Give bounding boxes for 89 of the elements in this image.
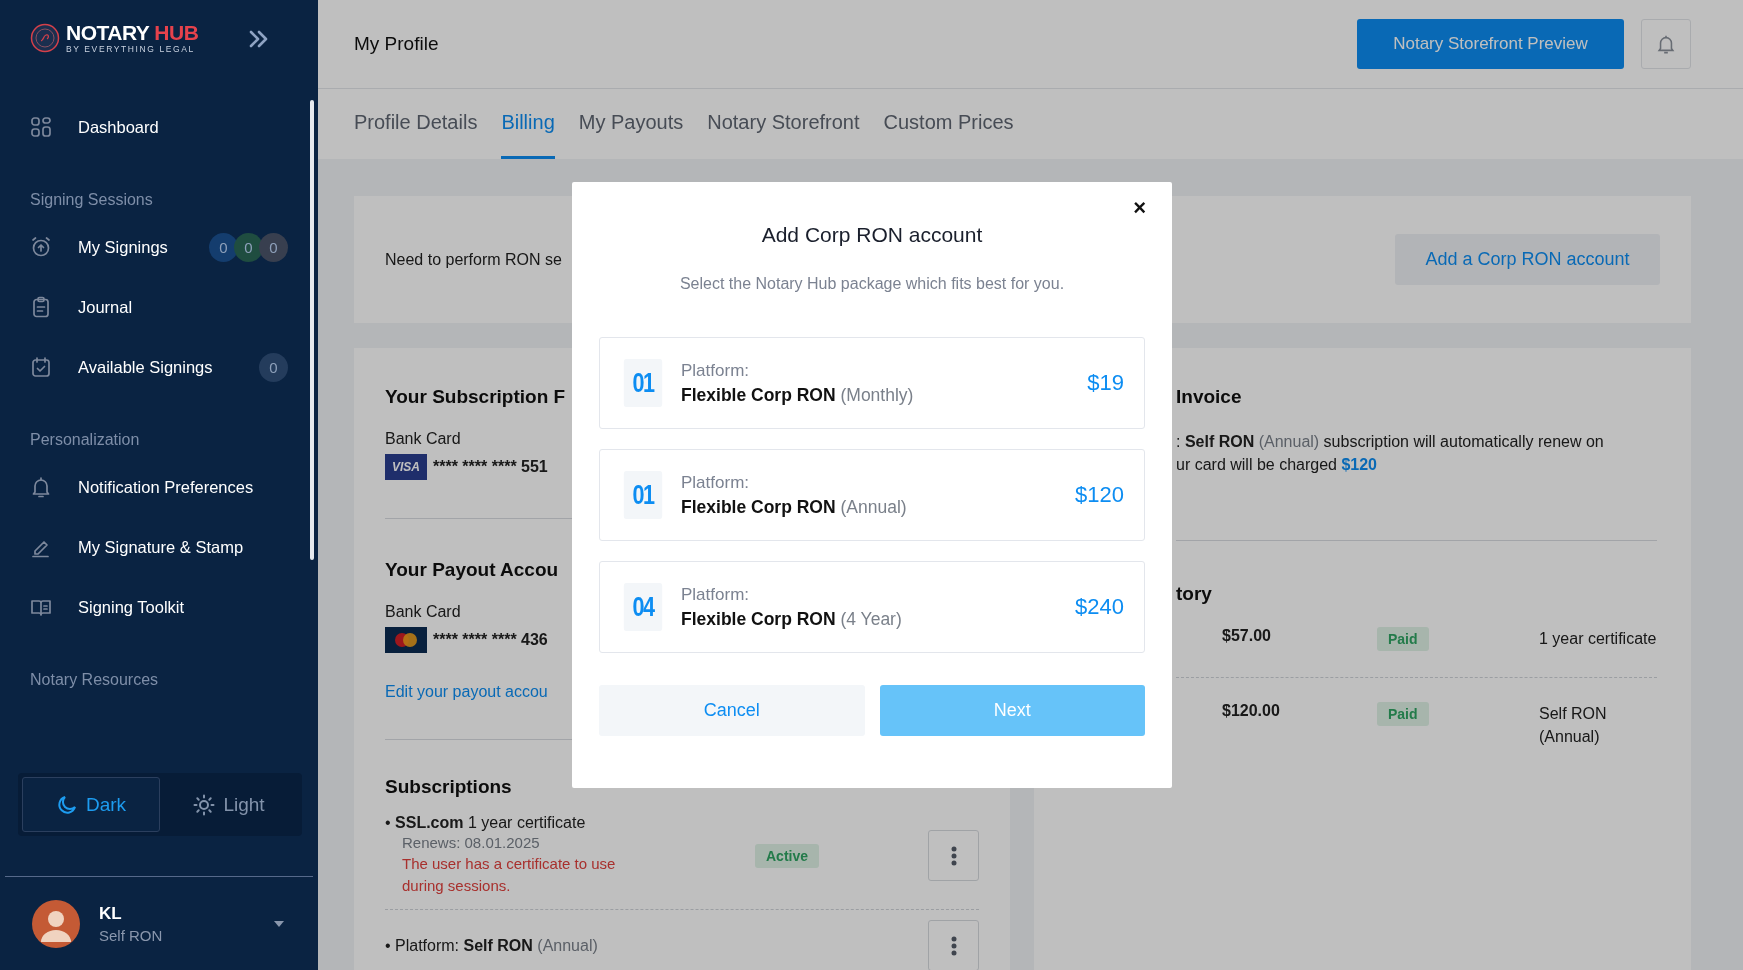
- payment-description: Self RON (Annual): [1539, 704, 1608, 747]
- clipboard-icon: [30, 296, 52, 318]
- cancel-button[interactable]: Cancel: [599, 685, 865, 736]
- package-number: 01: [623, 359, 663, 407]
- grid-icon: [30, 116, 52, 138]
- payment-description: 1 year certificate: [1539, 629, 1657, 649]
- invoice-text: : Self RON (Annual) subscription will automatically renew on ur card will be charged $120: [1176, 432, 1605, 475]
- certificate-warning: The user has a certificate to use during sessions.: [401, 854, 617, 896]
- edit-payout-link[interactable]: Edit your payout accou: [385, 683, 548, 701]
- nav-item[interactable]: Dashboard: [0, 97, 318, 157]
- package-name: Flexible Corp RON (Annual): [681, 496, 908, 518]
- section-heading: Subscriptions: [385, 776, 512, 798]
- card-label: Bank Card: [385, 603, 461, 621]
- nav-item[interactable]: Available Signings 0: [0, 337, 318, 397]
- package-number: 04: [623, 583, 663, 631]
- modal-subtitle: Select the Notary Hub package which fits best for you.: [678, 275, 1066, 293]
- page-title: My Profile: [354, 33, 439, 55]
- tab[interactable]: Billing: [501, 89, 555, 159]
- payment-amount: $120.00: [1222, 702, 1281, 720]
- user-role: Self RON: [99, 926, 164, 944]
- calendar-check-icon: [30, 356, 52, 378]
- status-badge: Paid: [1377, 627, 1429, 651]
- package-number: 01: [623, 471, 663, 519]
- notifications-button[interactable]: [1641, 19, 1691, 69]
- scrollbar[interactable]: [310, 100, 314, 560]
- package-option[interactable]: 04 Platform: Flexible Corp RON (4 Year) $240: [599, 561, 1145, 653]
- section-heading: Your Subscription F: [385, 386, 566, 408]
- more-options-button[interactable]: [928, 830, 979, 881]
- subscription-title: • Platform: Self RON (Annual): [385, 936, 598, 955]
- nav-item[interactable]: Signing Toolkit: [0, 577, 318, 637]
- tab[interactable]: My Payouts: [578, 89, 684, 159]
- section-heading: Notary Resources: [30, 670, 160, 690]
- section-heading: Personalization: [30, 430, 141, 450]
- package-option[interactable]: 01 Platform: Flexible Corp RON (Annual) $120: [599, 449, 1145, 541]
- logo-seal-icon: [30, 23, 60, 53]
- modal-title: Add Corp RON account: [760, 223, 984, 247]
- status-badge: Paid: [1377, 702, 1429, 726]
- status-badge: Active: [755, 843, 820, 868]
- section-heading: Your Payout Accou: [385, 559, 559, 581]
- platform-label: Platform:: [681, 360, 751, 381]
- nav-item[interactable]: Notification Preferences: [0, 457, 318, 517]
- visa-logo: VISA: [385, 454, 427, 480]
- package-price: $120: [1075, 482, 1124, 508]
- moon-icon: [55, 793, 78, 816]
- caret-icon[interactable]: [273, 919, 285, 928]
- platform-label: Platform:: [681, 584, 751, 605]
- kebab-icon: [950, 845, 957, 866]
- theme-option[interactable]: Dark: [22, 777, 160, 832]
- count-badge: 0: [209, 232, 238, 262]
- package-name: Flexible Corp RON (4 Year): [681, 608, 903, 630]
- count-badge: 0: [259, 352, 288, 382]
- count-badge: 0: [259, 232, 288, 262]
- bell-icon: [30, 476, 52, 498]
- storefront-preview-button[interactable]: Notary Storefront Preview: [1357, 19, 1624, 69]
- tab[interactable]: Profile Details: [354, 89, 478, 159]
- sun-icon: [193, 793, 216, 816]
- package-price: $240: [1075, 594, 1124, 620]
- theme-option[interactable]: Light: [160, 777, 298, 832]
- subscription-title: • SSL.com 1 year certificate: [385, 814, 586, 832]
- section-heading: tory: [1176, 583, 1212, 605]
- mastercard-logo: [385, 627, 427, 653]
- more-options-button[interactable]: [928, 920, 979, 970]
- close-button[interactable]: ×: [1129, 196, 1150, 220]
- package-option[interactable]: 01 Platform: Flexible Corp RON (Monthly) $19: [599, 337, 1145, 429]
- avatar-icon: [32, 899, 80, 948]
- nav-item[interactable]: Journal: [0, 277, 318, 337]
- double-chevron-icon[interactable]: [248, 29, 270, 49]
- count-badge: 0: [234, 232, 263, 262]
- user-name: KL: [99, 903, 123, 924]
- nav-item[interactable]: My Signature & Stamp: [0, 517, 318, 577]
- corp-ron-text: Need to perform RON se: [385, 250, 562, 269]
- package-name: Flexible Corp RON (Monthly): [681, 384, 915, 406]
- card-label: Bank Card: [385, 430, 461, 448]
- section-heading: Invoice: [1176, 386, 1242, 408]
- platform-label: Platform:: [681, 472, 751, 493]
- tab[interactable]: Notary Storefront: [707, 89, 860, 159]
- card-number: **** **** **** 436: [433, 631, 548, 649]
- tab[interactable]: Custom Prices: [883, 89, 1014, 159]
- kebab-icon: [950, 935, 957, 956]
- package-price: $19: [1087, 370, 1124, 396]
- card-number: **** **** **** 551: [433, 458, 548, 476]
- logo-title: NOTARY HUB: [66, 22, 199, 44]
- payment-amount: $57.00: [1222, 627, 1272, 645]
- logo-tagline: BY EVERYTHING LEGAL: [66, 44, 196, 54]
- nav-item[interactable]: My Signings 0 0 0: [0, 217, 318, 277]
- section-heading: Signing Sessions: [30, 190, 154, 210]
- bell-icon: [1656, 33, 1676, 55]
- renewal-date: Renews: 08.01.2025: [401, 834, 540, 851]
- alarm-clock-icon: [30, 236, 52, 258]
